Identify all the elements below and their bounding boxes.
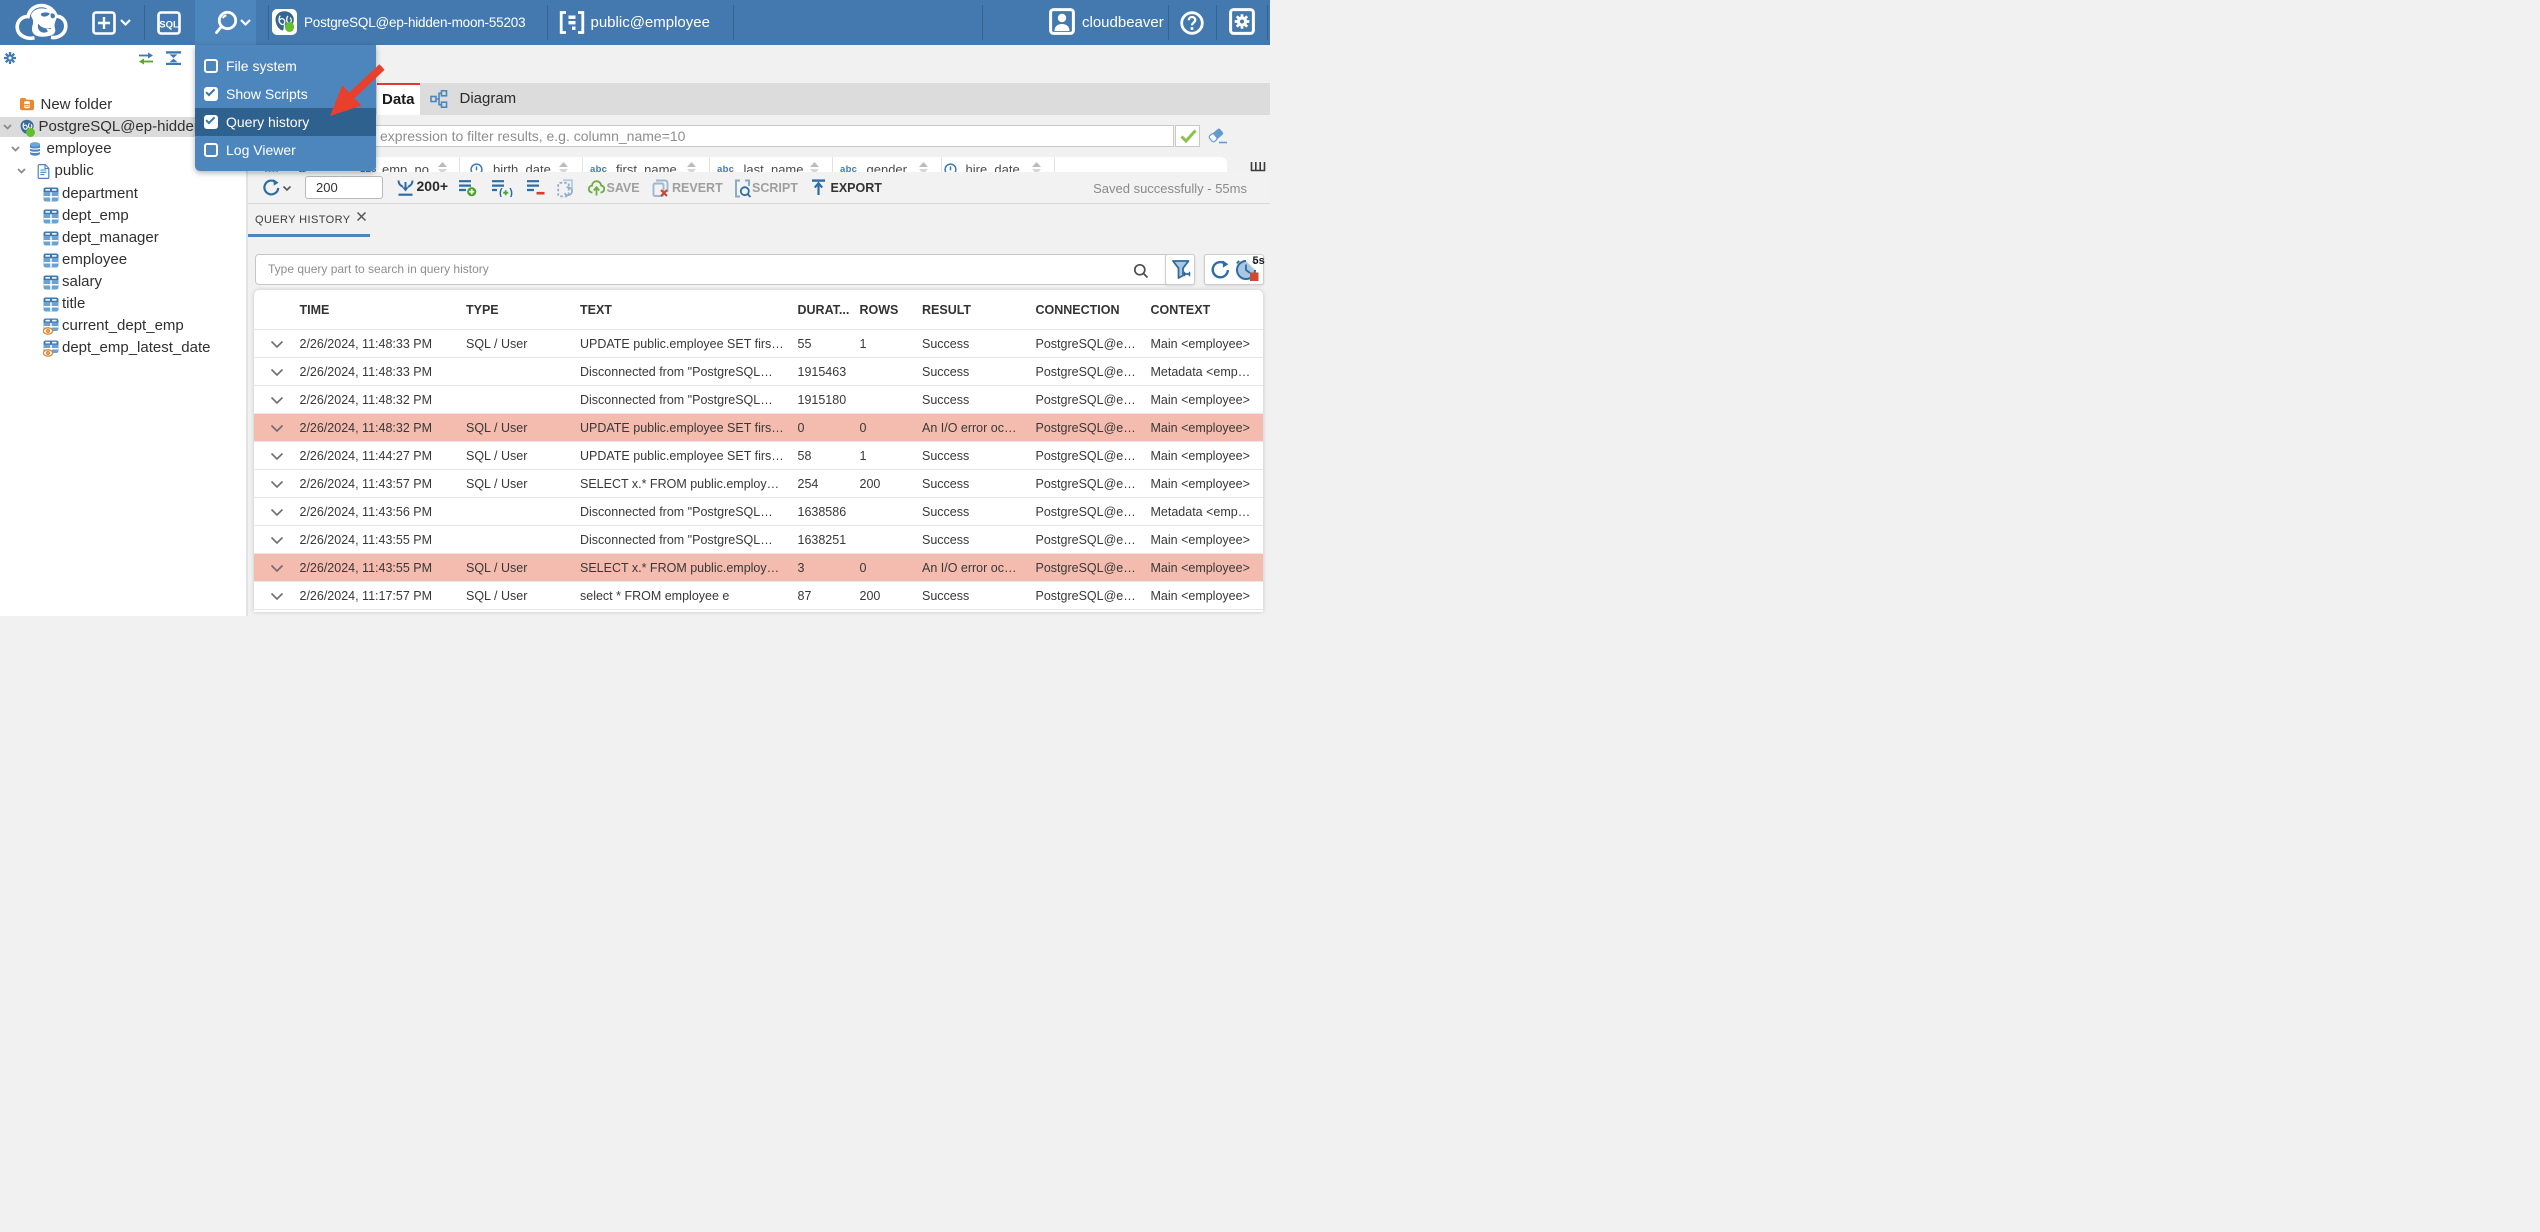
svg-text:(: ( [499, 187, 503, 197]
svg-text:SQL: SQL [159, 19, 179, 30]
svg-text:): ) [509, 187, 513, 197]
